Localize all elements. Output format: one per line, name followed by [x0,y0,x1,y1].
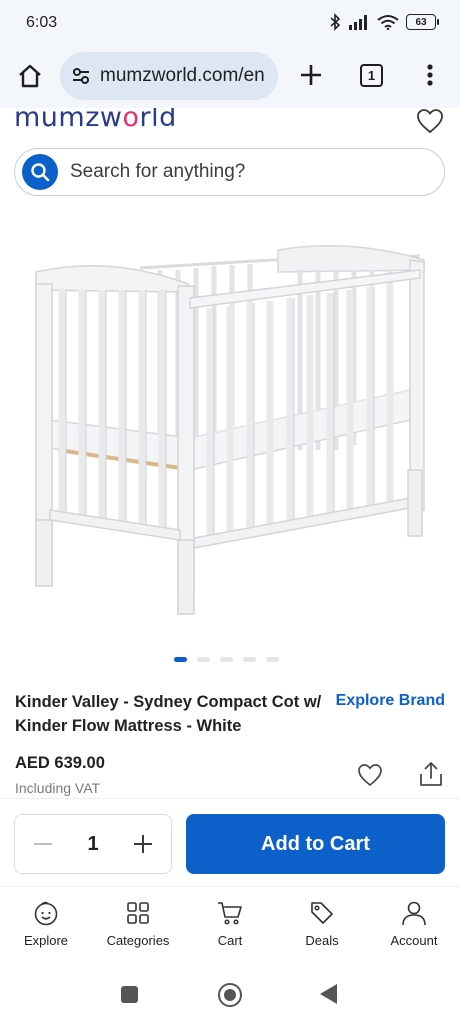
nav-item-account[interactable]: Account [368,887,460,960]
image-carousel-dots[interactable] [0,657,460,662]
carousel-dot[interactable] [242,657,256,662]
nav-item-categories[interactable]: Categories [92,887,184,960]
increase-quantity-button[interactable] [131,832,155,856]
share-icon[interactable] [418,760,444,788]
person-icon [400,899,428,927]
system-home-button[interactable] [218,983,242,1007]
add-to-cart-button[interactable]: Add to Cart [186,814,445,874]
grid-icon [124,899,152,927]
site-header: mumzworld [0,108,460,144]
search-input[interactable]: Search for anything? [14,148,445,196]
mumzworld-logo[interactable]: mumzworld [14,108,177,133]
nav-label: Explore [23,933,69,948]
nav-label: Categories [106,933,170,948]
nav-label: Deals [305,933,339,948]
browser-menu-button[interactable] [418,60,442,90]
logo-text-start: mumzw [14,108,123,133]
bluetooth-icon [330,13,341,31]
nav-item-deals[interactable]: Deals [276,887,368,960]
address-bar[interactable]: mumzworld.com/en [60,52,278,100]
cart-icon [216,899,244,927]
carousel-dot[interactable] [196,657,210,662]
carousel-dot[interactable] [265,657,279,662]
nav-item-explore[interactable]: Explore [0,887,92,960]
product-image-crib[interactable] [0,220,460,640]
new-tab-button[interactable] [296,60,326,90]
back-button[interactable] [320,984,337,1004]
logo-text-end: rld [139,108,177,133]
browser-toolbar: mumzworld.com/en 1 [0,46,460,108]
more-vert-icon [427,64,433,86]
status-bar: 6:03 63 [0,0,460,46]
explore-face-icon [32,899,60,927]
minus-icon [34,843,52,845]
search-icon [31,163,50,182]
home-button[interactable] [14,60,46,92]
tag-icon [308,899,336,927]
product-title: Kinder Valley - Sydney Compact Cot w/ Ki… [15,693,322,735]
quantity-stepper: 1 [14,814,172,874]
plus-icon [134,835,152,853]
plus-icon [301,65,321,85]
wishlist-heart-icon[interactable] [416,108,444,134]
url-text: mumzworld.com/en [100,65,265,86]
add-to-wishlist-heart-icon[interactable] [356,762,384,788]
explore-brand-link[interactable]: Explore Brand [336,692,445,710]
status-icons: 63 [329,13,439,31]
logo-text-o: o [122,108,140,133]
battery-indicator: 63 [406,14,439,30]
nav-label: Cart [217,933,243,948]
bottom-navigation: Explore Categories Cart Deals Account [0,886,460,960]
recent-apps-button[interactable] [121,986,138,1003]
nav-item-cart[interactable]: Cart [184,887,276,960]
nav-label: Account [390,933,438,948]
vat-note: Including VAT [15,780,101,796]
status-time: 6:03 [26,14,58,31]
carousel-dot[interactable] [219,657,233,662]
decrease-quantity-button[interactable] [31,832,55,856]
search-button[interactable] [22,154,58,190]
quantity-value[interactable]: 1 [87,833,98,856]
home-icon [19,64,41,88]
product-price: AED 639.00 [15,754,105,772]
section-divider [0,798,460,799]
carousel-dot[interactable] [173,657,187,662]
system-navigation-bar [0,966,460,1024]
search-placeholder: Search for anything? [70,161,246,182]
site-settings-icon [73,68,89,84]
wifi-icon [377,15,399,30]
tab-switcher-button[interactable]: 1 [360,64,383,87]
signal-icon [349,15,367,30]
